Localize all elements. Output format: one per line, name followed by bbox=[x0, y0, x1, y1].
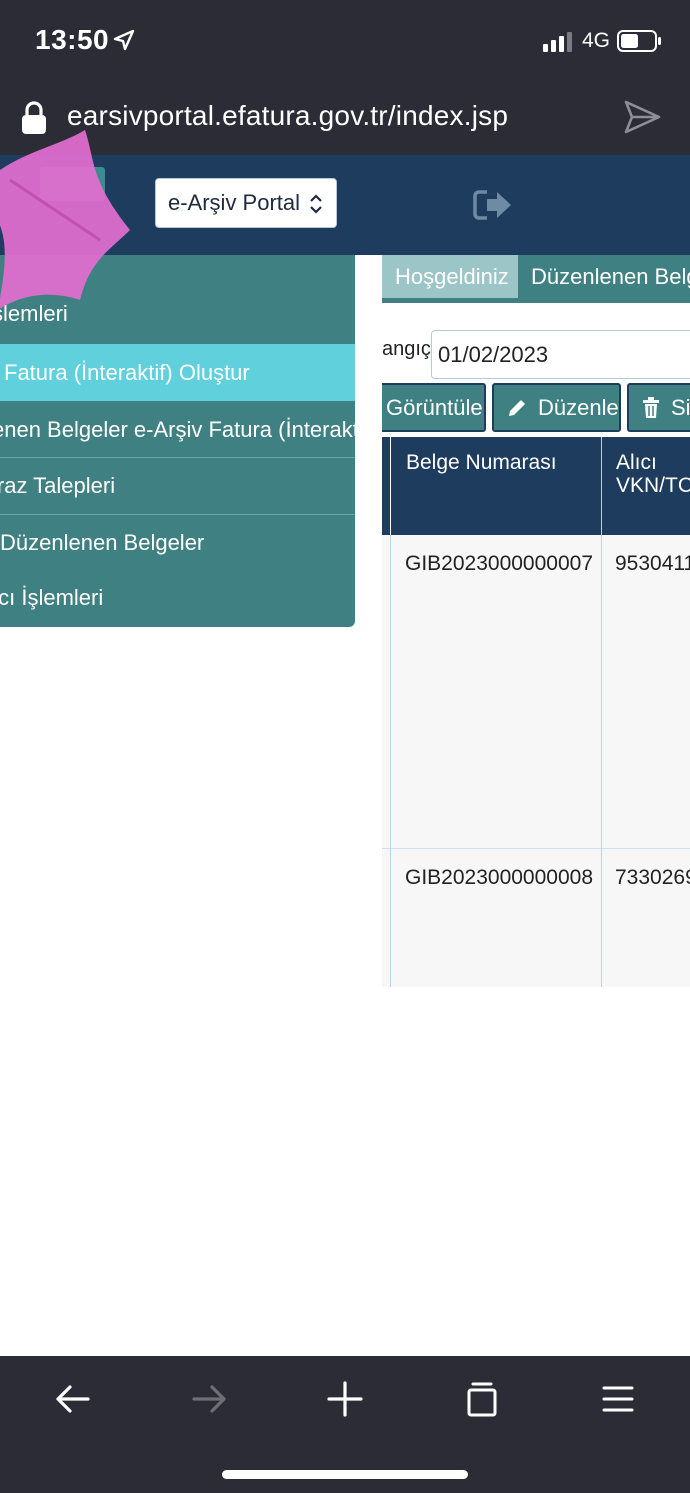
tabs-icon[interactable] bbox=[462, 1379, 502, 1419]
send-icon[interactable] bbox=[622, 99, 662, 135]
cell-alici-vkn: 9530411 bbox=[615, 552, 690, 575]
sidebar-item-label: Düzenlenen Belgeler bbox=[0, 529, 205, 555]
start-date-input[interactable]: 01/02/2023 bbox=[431, 330, 690, 379]
select-chevron-icon bbox=[310, 194, 322, 214]
cell-belge-numarasi: GIB2023000000007 bbox=[405, 552, 594, 575]
forward-arrow-icon[interactable] bbox=[190, 1379, 230, 1419]
column-header-line: VKN/TC bbox=[616, 474, 690, 497]
portal-select[interactable]: e-Arşiv Portal bbox=[155, 178, 337, 228]
sidebar-item-duzenlenen-interaktif[interactable]: enen Belgeler e-Arşiv Fatura (İnteraktif… bbox=[0, 401, 355, 458]
view-button[interactable]: Görüntüle bbox=[382, 383, 486, 432]
start-date-label: angıç: bbox=[382, 338, 437, 360]
sidebar-item-fatura-olustur[interactable]: Fatura (İnteraktif) Oluştur bbox=[0, 344, 355, 401]
redaction-scribble bbox=[0, 130, 130, 309]
column-header-line: Alıcı bbox=[616, 451, 657, 474]
trash-icon bbox=[643, 396, 659, 418]
main-content: Hoşgeldiniz Düzenlenen Belge angıç: 01/0… bbox=[382, 255, 690, 987]
cell-belge-numarasi: GIB2023000000008 bbox=[405, 866, 594, 889]
browser-bottom-toolbar bbox=[0, 1356, 690, 1493]
cell-alici-vkn: 7330269 bbox=[615, 866, 690, 889]
column-header-alici-vkn[interactable]: Alıcı VKN/TC bbox=[602, 437, 690, 535]
delete-button[interactable]: Si bbox=[627, 383, 690, 432]
delete-button-label: Si bbox=[671, 394, 690, 420]
documents-table: Belge Numarası Alıcı VKN/TC GIB202300000… bbox=[382, 437, 690, 987]
sidebar-item-duzenlenen-belgeler[interactable]: Düzenlenen Belgeler bbox=[0, 514, 355, 571]
start-date-value: 01/02/2023 bbox=[438, 341, 549, 367]
tab-bar: Hoşgeldiniz Düzenlenen Belge bbox=[382, 255, 690, 303]
network-type: 4G bbox=[582, 29, 611, 52]
table-row[interactable]: GIB2023000000007 9530411 bbox=[382, 535, 690, 849]
table-row[interactable]: GIB2023000000008 7330269 bbox=[382, 849, 690, 987]
tab-duzenlenen-belgeler[interactable]: Düzenlenen Belge bbox=[531, 255, 690, 298]
menu-icon[interactable] bbox=[598, 1379, 638, 1419]
tab-label: Hoşgeldiniz bbox=[395, 263, 509, 289]
new-tab-plus-icon[interactable] bbox=[325, 1379, 365, 1419]
table-select-column-header bbox=[382, 437, 390, 535]
tab-hosgeldiniz[interactable]: Hoşgeldiniz bbox=[382, 255, 518, 298]
sidebar-item-label: Fatura (İnteraktif) Oluştur bbox=[4, 359, 250, 385]
column-divider bbox=[601, 437, 602, 987]
edit-button-label: Düzenle bbox=[538, 394, 619, 420]
sidebar-item-label: enen Belgeler e-Arşiv Fatura (İnteraktif… bbox=[0, 416, 355, 442]
column-divider bbox=[390, 535, 391, 987]
home-indicator bbox=[222, 1470, 468, 1479]
view-button-label: Görüntüle bbox=[386, 394, 483, 420]
edit-button[interactable]: Düzenle bbox=[492, 383, 621, 432]
sidebar-item-label: ıcı İşlemleri bbox=[0, 584, 104, 610]
pencil-icon bbox=[509, 399, 525, 416]
signal-bars-icon bbox=[543, 32, 572, 52]
location-arrow-icon bbox=[113, 29, 135, 51]
back-arrow-icon[interactable] bbox=[52, 1379, 92, 1419]
sidebar-item-itiraz-talepleri[interactable]: iraz Talepleri bbox=[0, 457, 355, 514]
portal-select-value: e-Arşiv Portal bbox=[168, 190, 301, 215]
logout-icon[interactable] bbox=[473, 188, 513, 222]
status-time: 13:50 bbox=[35, 24, 110, 55]
sidebar-item-label: iraz Talepleri bbox=[0, 472, 116, 498]
column-header-belge-numarasi[interactable]: Belge Numarası bbox=[391, 437, 601, 535]
sidebar-item-kullanici-islemleri[interactable]: ıcı İşlemleri bbox=[0, 569, 355, 626]
battery-icon bbox=[617, 30, 661, 52]
tab-label: Düzenlenen Belge bbox=[531, 263, 690, 289]
